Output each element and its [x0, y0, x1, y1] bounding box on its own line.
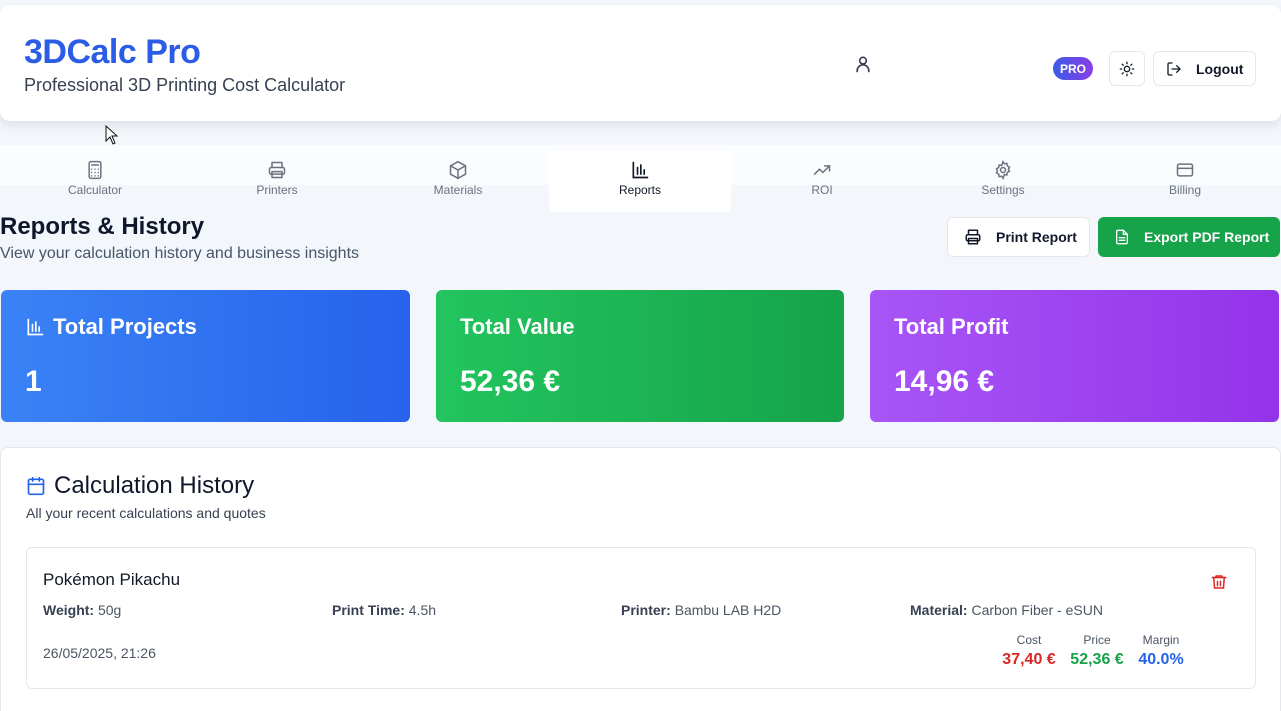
credit-card-icon — [1176, 163, 1194, 177]
calculator-icon — [88, 160, 102, 180]
entry-material: Material: Carbon Fiber - eSUN — [910, 602, 1103, 618]
app-title: 3DCalc Pro — [24, 33, 201, 71]
tab-label: Billing — [1168, 183, 1201, 197]
history-title: Calculation History — [54, 472, 255, 499]
total-profit-label: Total Profit — [894, 314, 1009, 339]
entry-print-time: Print Time: 4.5h — [332, 602, 436, 618]
printer-icon — [268, 161, 286, 179]
page-title: Reports & History — [0, 213, 205, 240]
tab-label: Reports — [618, 183, 662, 197]
user-icon[interactable] — [853, 54, 873, 74]
logout-label: Logout — [1196, 60, 1244, 77]
total-value-label: Total Value — [460, 314, 575, 339]
mouse-cursor-icon — [105, 125, 119, 145]
entry-printer: Printer: Bambu LAB H2D — [621, 602, 781, 618]
print-time-value: 4.5h — [408, 602, 437, 618]
total-projects-value: 1 — [25, 365, 42, 398]
weight-value: 50g — [97, 602, 122, 618]
tab-label: Printers — [256, 183, 298, 197]
page-subtitle: View your calculation history and busine… — [0, 245, 360, 262]
tab-label: ROI — [811, 183, 833, 197]
tab-label: Settings — [981, 183, 1025, 197]
tab-label: Calculator — [67, 183, 123, 197]
cost-metric: Cost 37,40 € — [1001, 633, 1057, 669]
logout-button[interactable]: Logout — [1153, 51, 1256, 86]
margin-value: 40.0% — [1138, 651, 1184, 668]
tab-calculator[interactable]: Calculator — [4, 150, 186, 212]
export-pdf-label: Export PDF Report — [1144, 229, 1270, 245]
total-value-card: Total Value 52,36 € — [436, 290, 844, 422]
entry-name: Pokémon Pikachu — [43, 570, 181, 589]
file-text-icon — [1116, 229, 1128, 245]
printer-value: Bambu LAB H2D — [674, 602, 782, 618]
history-entry[interactable]: Pokémon Pikachu Weight: 50g Print Time: … — [26, 547, 1256, 689]
material-label: Material: — [910, 602, 968, 618]
app-subtitle: Professional 3D Printing Cost Calculator — [24, 75, 346, 95]
total-profit-value: 14,96 € — [894, 365, 995, 398]
history-subtitle: All your recent calculations and quotes — [26, 505, 266, 521]
weight-label: Weight: — [43, 602, 95, 618]
theme-toggle-button[interactable] — [1109, 51, 1145, 86]
tab-reports[interactable]: Reports — [549, 150, 731, 212]
calendar-icon — [27, 476, 45, 496]
app-header: 3DCalc Pro Professional 3D Printing Cost… — [0, 5, 1281, 121]
bar-chart-icon — [27, 318, 44, 336]
tab-billing[interactable]: Billing — [1094, 150, 1276, 212]
tab-materials[interactable]: Materials — [367, 150, 549, 212]
pro-badge: PRO — [1053, 57, 1093, 80]
calculation-history-panel: Calculation History All your recent calc… — [0, 447, 1281, 711]
box-icon — [449, 160, 467, 180]
sun-icon — [1119, 61, 1135, 76]
material-value: Carbon Fiber - eSUN — [971, 602, 1103, 618]
price-metric: Price 52,36 € — [1069, 633, 1125, 669]
total-projects-heading: Total Projects — [25, 314, 197, 340]
total-value-value: 52,36 € — [460, 365, 561, 398]
trash-icon[interactable] — [1210, 573, 1228, 591]
entry-date: 26/05/2025, 21:26 — [43, 645, 156, 661]
export-pdf-button[interactable]: Export PDF Report — [1098, 217, 1280, 257]
price-label: Price — [1083, 633, 1111, 647]
tab-roi[interactable]: ROI — [731, 150, 913, 212]
logout-icon — [1167, 61, 1181, 76]
bar-chart-icon — [632, 161, 649, 179]
entry-weight: Weight: 50g — [43, 602, 121, 618]
margin-metric: Margin 40.0% — [1137, 633, 1185, 669]
total-profit-card: Total Profit 14,96 € — [870, 290, 1279, 422]
tab-label: Materials — [433, 183, 483, 197]
trending-up-icon — [813, 165, 831, 175]
cost-label: Cost — [1016, 633, 1042, 647]
tab-settings[interactable]: Settings — [912, 150, 1094, 212]
gear-icon — [995, 160, 1011, 180]
print-report-label: Print Report — [996, 229, 1077, 245]
printer-icon — [965, 229, 981, 245]
margin-label: Margin — [1142, 633, 1180, 647]
price-value: 52,36 € — [1070, 651, 1124, 668]
printer-label: Printer: — [621, 602, 671, 618]
cost-value: 37,40 € — [1002, 651, 1056, 668]
total-projects-label: Total Projects — [53, 314, 197, 339]
total-projects-card: Total Projects 1 — [1, 290, 410, 422]
print-report-button[interactable]: Print Report — [947, 217, 1090, 257]
history-heading: Calculation History — [26, 472, 254, 500]
tab-printers[interactable]: Printers — [186, 150, 368, 212]
print-time-label: Print Time: — [332, 602, 405, 618]
